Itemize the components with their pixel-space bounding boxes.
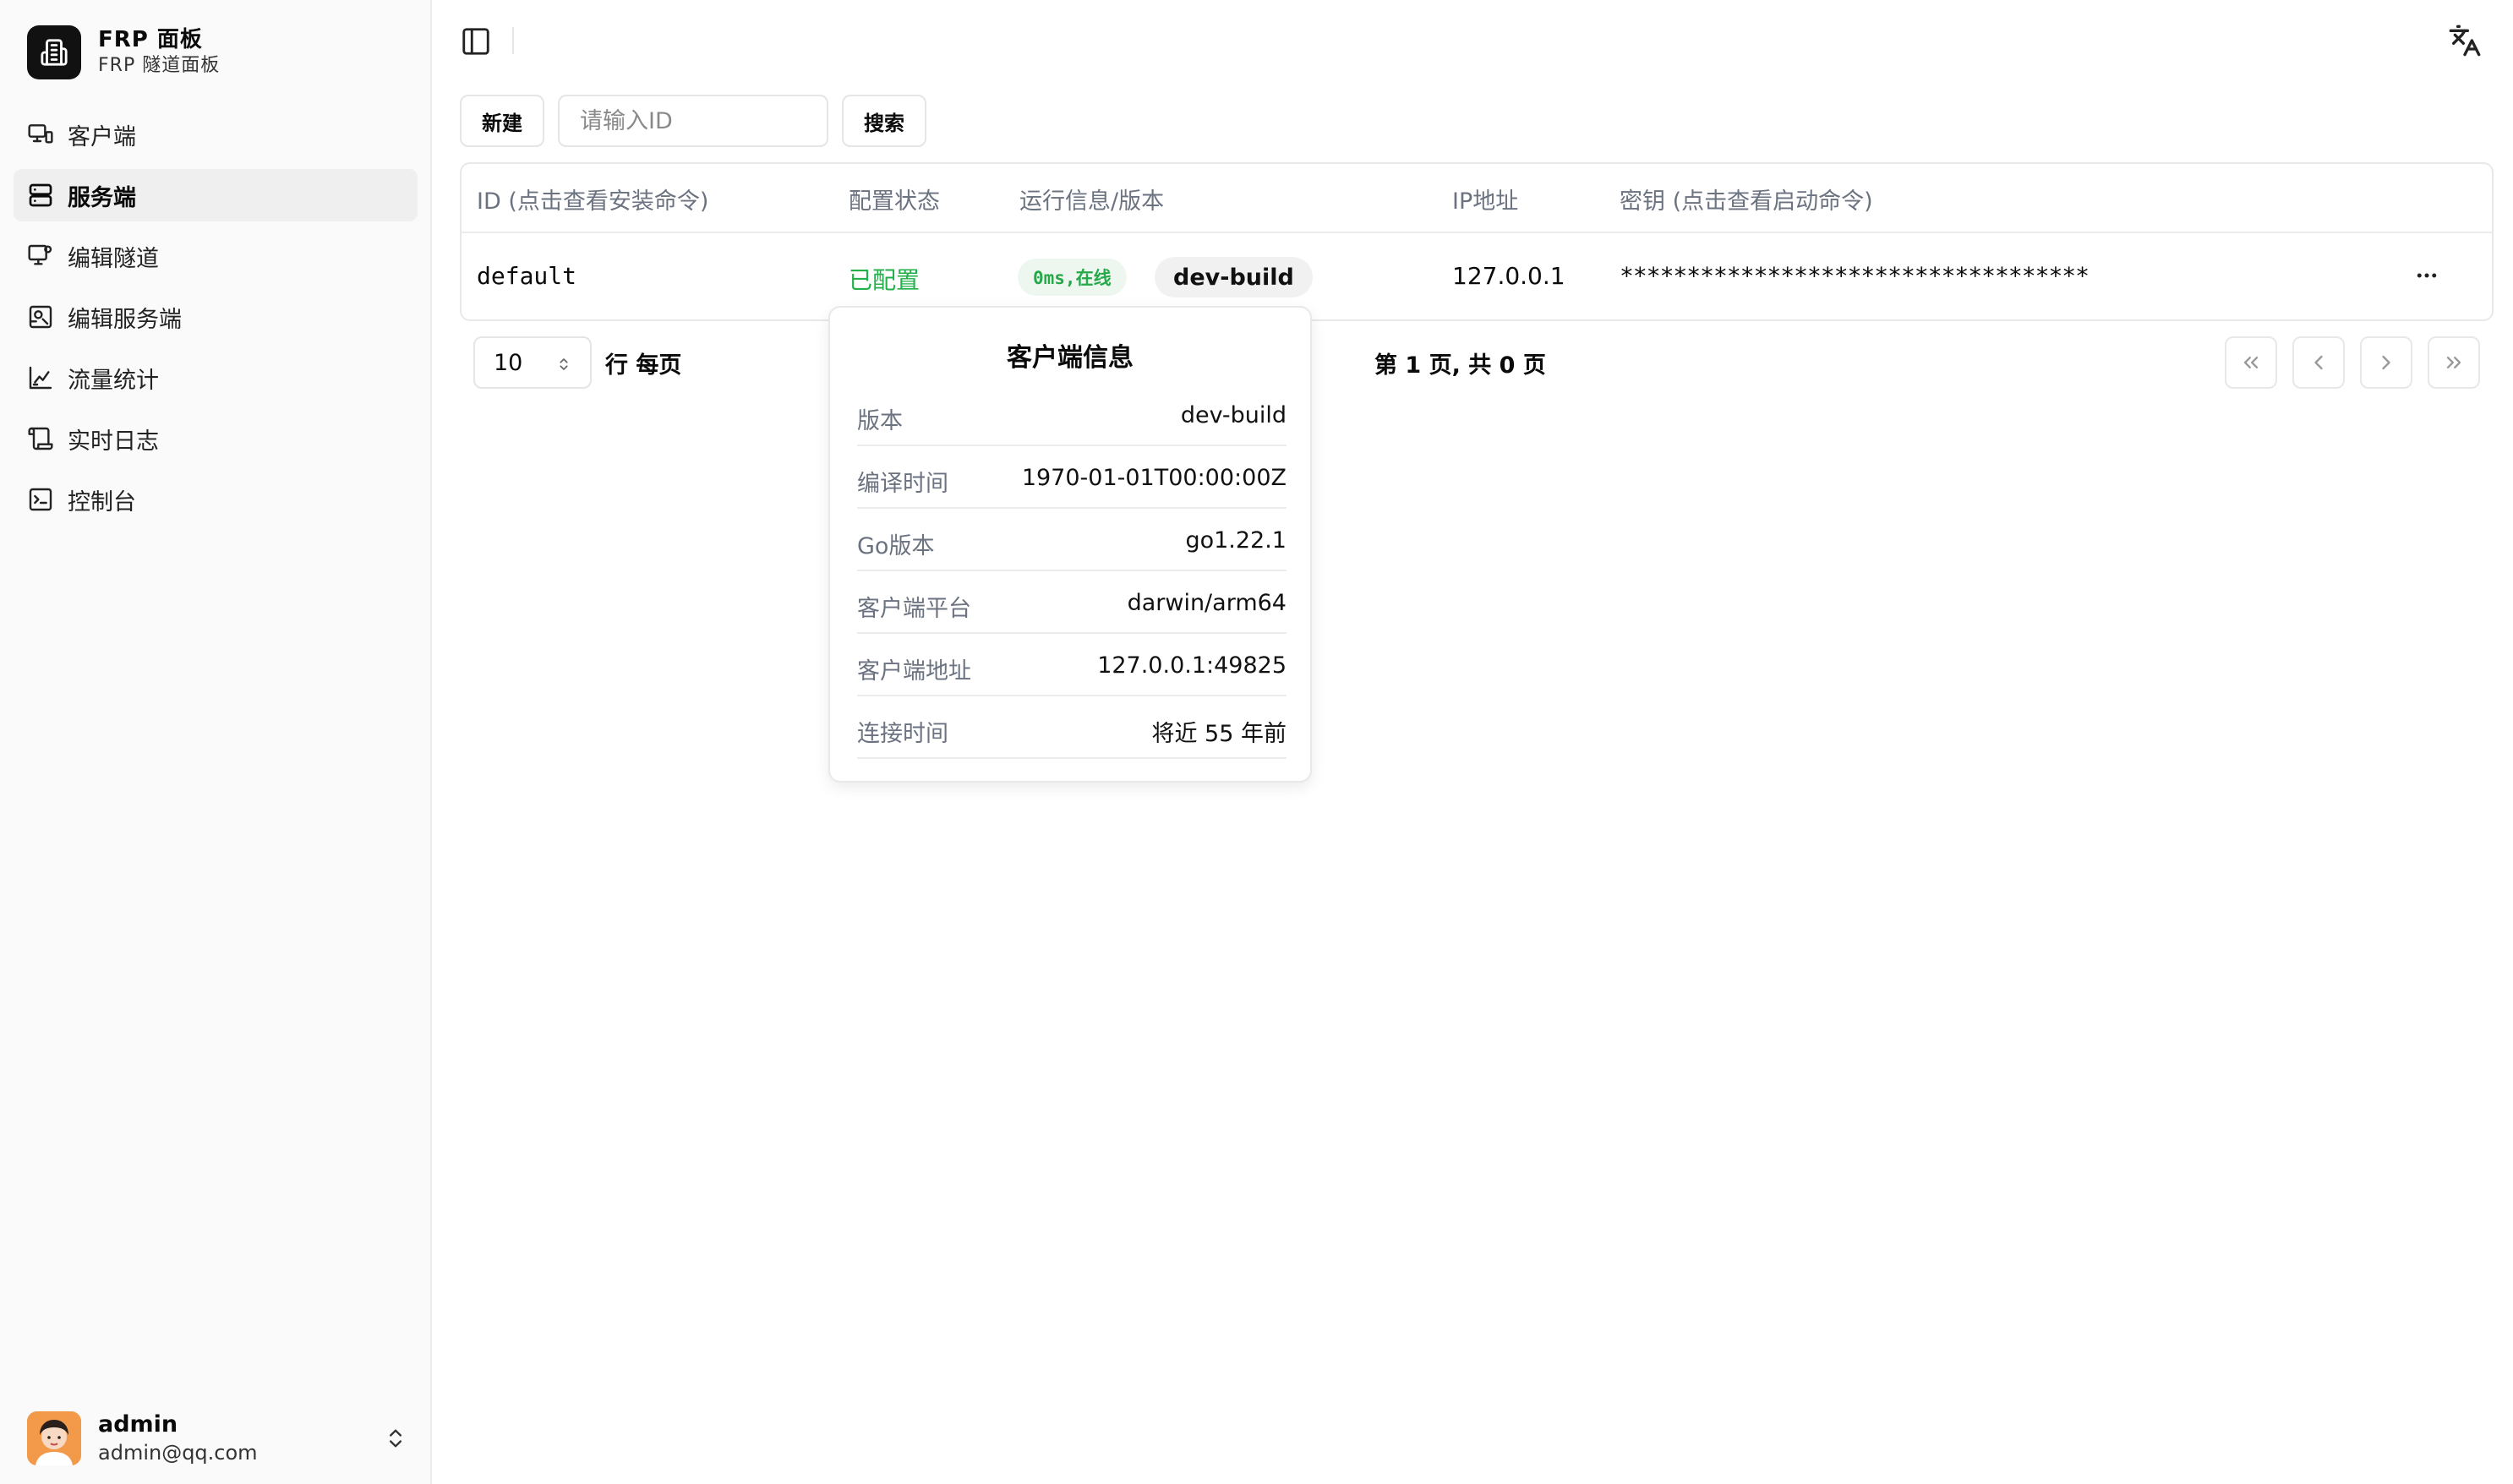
sidebar-item-server[interactable]: 服务端 — [14, 169, 418, 221]
page-info: 第 1 页, 共 0 页 — [1374, 352, 1546, 379]
page-size-value: 10 — [494, 349, 523, 376]
sidebar-item-traffic[interactable]: 流量统计 — [14, 352, 418, 404]
info-row-build-time: 编译时间 1970-01-01T00:00:00Z — [857, 446, 1287, 509]
avatar — [27, 1411, 81, 1465]
brand-logo-icon — [27, 25, 81, 79]
new-button[interactable]: 新建 — [460, 95, 544, 147]
info-value: dev-build — [1180, 402, 1287, 428]
sidebar-item-label: 实时日志 — [68, 428, 159, 455]
sidebar-item-label: 编辑隧道 — [68, 245, 159, 272]
sidebar: FRP 面板 FRP 隧道面板 客户端 服务端 编辑隧道 编辑服务端 流量统计 … — [0, 0, 432, 1484]
column-header-runtime: 运行信息/版本 — [1019, 188, 1165, 215]
info-row-connect-time: 连接时间 将近 55 年前 — [857, 696, 1287, 759]
terminal-icon — [29, 488, 52, 511]
cell-status: 已配置 — [849, 266, 921, 294]
user-name: admin — [98, 1411, 178, 1438]
language-icon[interactable] — [2448, 24, 2482, 57]
edit-server-icon — [29, 305, 52, 329]
sidebar-item-label: 编辑服务端 — [68, 306, 182, 333]
page-size-select[interactable]: 10 — [473, 336, 592, 389]
info-row-address: 客户端地址 127.0.0.1:49825 — [857, 634, 1287, 696]
popover-title: 客户端信息 — [1007, 343, 1134, 373]
info-value: 127.0.0.1:49825 — [1097, 652, 1287, 679]
sidebar-item-label: 控制台 — [68, 488, 136, 516]
user-email: admin@qq.com — [98, 1441, 258, 1465]
search-input[interactable] — [558, 95, 828, 147]
chevrons-left-icon — [2243, 357, 2259, 368]
client-info-popover: 客户端信息 版本 dev-build 编译时间 1970-01-01T00:00… — [828, 306, 1312, 783]
cell-secret[interactable]: *********************************** — [1620, 262, 2090, 290]
info-value: 1970-01-01T00:00:00Z — [1021, 465, 1287, 491]
server-icon — [29, 183, 52, 207]
server-table: ID (点击查看安装命令) 配置状态 运行信息/版本 IP地址 密钥 (点击查看… — [460, 162, 2494, 321]
more-horizontal-icon — [2417, 273, 2437, 278]
sidebar-item-logs[interactable]: 实时日志 — [14, 412, 418, 465]
brand-title: FRP 面板 — [98, 27, 203, 52]
info-key: 客户端地址 — [857, 658, 971, 685]
info-value: darwin/arm64 — [1127, 590, 1287, 616]
info-row-platform: 客户端平台 darwin/arm64 — [857, 571, 1287, 634]
column-header-status: 配置状态 — [849, 188, 940, 215]
info-key: 连接时间 — [857, 721, 948, 747]
last-page-button[interactable] — [2428, 336, 2480, 389]
info-value: go1.22.1 — [1185, 527, 1287, 554]
info-key: 客户端平台 — [857, 596, 971, 622]
chevrons-up-down-icon[interactable] — [384, 1427, 407, 1450]
user-menu[interactable]: admin admin@qq.com — [27, 1410, 407, 1467]
info-key: Go版本 — [857, 533, 935, 559]
sidebar-item-label: 客户端 — [68, 123, 136, 150]
next-page-button[interactable] — [2360, 336, 2412, 389]
column-header-id[interactable]: ID (点击查看安装命令) — [477, 183, 708, 216]
sidebar-item-edit-server[interactable]: 编辑服务端 — [14, 291, 418, 343]
cell-ip: 127.0.0.1 — [1452, 262, 1565, 290]
first-page-button[interactable] — [2225, 336, 2277, 389]
sidebar-item-client[interactable]: 客户端 — [14, 108, 418, 161]
sidebar-item-label: 流量统计 — [68, 367, 159, 394]
sidebar-item-console[interactable]: 控制台 — [14, 473, 418, 526]
version-badge[interactable]: dev-build — [1155, 257, 1313, 297]
prev-page-button[interactable] — [2292, 336, 2345, 389]
info-key: 编译时间 — [857, 471, 948, 497]
column-header-ip: IP地址 — [1452, 188, 1519, 215]
cell-id[interactable]: default — [477, 262, 576, 290]
info-row-go-version: Go版本 go1.22.1 — [857, 509, 1287, 571]
sidebar-toggle-icon[interactable] — [460, 25, 492, 57]
runtime-status-badge[interactable]: 0ms,在线 — [1018, 259, 1127, 296]
chevrons-right-icon — [2446, 357, 2461, 368]
info-key: 版本 — [857, 408, 903, 434]
info-value: 将近 55 年前 — [1151, 721, 1287, 747]
header-divider — [462, 232, 2492, 233]
brand[interactable]: FRP 面板 FRP 隧道面板 — [27, 25, 220, 79]
sidebar-nav: 客户端 服务端 编辑隧道 编辑服务端 流量统计 实时日志 控制台 — [14, 108, 418, 534]
sidebar-item-label: 服务端 — [68, 184, 136, 211]
chevrons-up-down-icon — [560, 358, 568, 370]
chevron-left-icon — [2314, 355, 2323, 370]
chevron-right-icon — [2382, 355, 2390, 370]
log-icon — [28, 427, 53, 450]
info-row-version: 版本 dev-build — [857, 384, 1287, 446]
brand-subtitle: FRP 隧道面板 — [98, 55, 221, 76]
edit-tunnel-icon — [28, 244, 52, 265]
row-actions-button[interactable] — [2406, 257, 2448, 294]
per-page-label: 行 每页 — [605, 352, 682, 379]
client-icon — [28, 124, 53, 144]
column-header-secret[interactable]: 密钥 (点击查看启动命令) — [1620, 183, 1873, 216]
chart-icon — [29, 366, 52, 390]
topbar-divider — [512, 27, 514, 54]
search-button[interactable]: 搜索 — [842, 95, 926, 147]
sidebar-item-edit-tunnel[interactable]: 编辑隧道 — [14, 230, 418, 282]
